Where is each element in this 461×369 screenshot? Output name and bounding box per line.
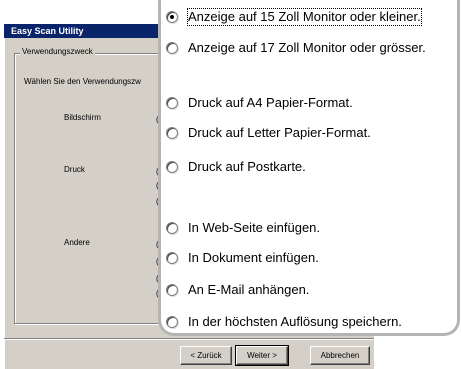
button-separator [4, 338, 374, 340]
option-document[interactable]: In Dokument einfügen. [166, 247, 319, 269]
radio-icon[interactable] [166, 97, 178, 109]
back-button[interactable]: < Zurück [180, 346, 232, 365]
group-legend: Verwendungszweck [20, 46, 95, 58]
option-label: Druck auf Letter Papier-Format. [188, 125, 371, 140]
option-label: In Web-Seite einfügen. [188, 220, 321, 235]
category-screen-label: Bildschirm [64, 113, 101, 122]
option-label: In Dokument einfügen. [188, 250, 319, 265]
radio-icon[interactable] [166, 316, 178, 328]
option-web-page[interactable]: In Web-Seite einfügen. [166, 217, 320, 239]
option-15-inch-monitor[interactable]: Anzeige auf 15 Zoll Monitor oder kleiner… [166, 6, 422, 28]
option-highest-resolution[interactable]: In der höchsten Auflösung speichern. [166, 311, 402, 333]
radio-icon[interactable] [166, 127, 178, 139]
option-label: Anzeige auf 15 Zoll Monitor oder kleiner… [187, 8, 422, 26]
option-print-a4[interactable]: Druck auf A4 Papier-Format. [166, 92, 353, 114]
next-button[interactable]: Weiter > [235, 345, 289, 366]
radio-icon[interactable] [166, 252, 178, 264]
option-label: Druck auf A4 Papier-Format. [188, 95, 353, 110]
option-label: In der höchsten Auflösung speichern. [188, 314, 402, 329]
option-print-postcard[interactable]: Druck auf Postkarte. [166, 156, 306, 178]
option-print-letter[interactable]: Druck auf Letter Papier-Format. [166, 122, 371, 144]
option-label: Druck auf Postkarte. [188, 159, 306, 174]
radio-icon[interactable] [166, 222, 178, 234]
group-prompt: Wählen Sie den Verwendungszw [24, 77, 141, 86]
cancel-button[interactable]: Abbrechen [310, 346, 370, 365]
option-17-inch-monitor[interactable]: Anzeige auf 17 Zoll Monitor oder grösser… [166, 37, 426, 59]
radio-icon[interactable] [166, 42, 178, 54]
radio-icon[interactable] [166, 161, 178, 173]
category-print-label: Druck [64, 165, 85, 174]
option-label: Anzeige auf 17 Zoll Monitor oder grösser… [188, 40, 426, 55]
radio-selected-icon[interactable] [166, 11, 178, 23]
option-email[interactable]: An E-Mail anhängen. [166, 279, 309, 301]
radio-icon[interactable] [166, 284, 178, 296]
category-other-label: Andere [64, 238, 90, 247]
option-label: An E-Mail anhängen. [188, 282, 310, 297]
